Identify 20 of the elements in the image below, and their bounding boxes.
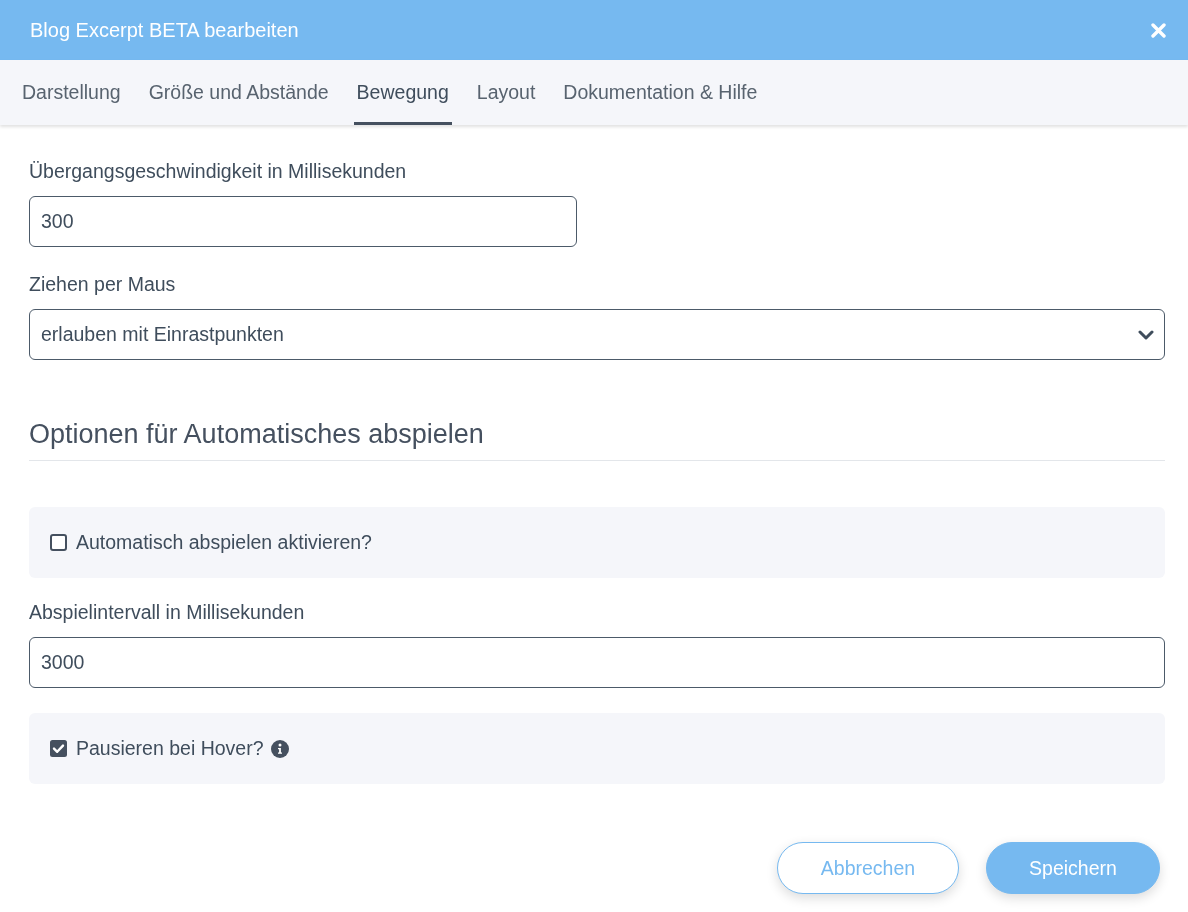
- close-icon: [1151, 22, 1166, 38]
- info-icon[interactable]: [270, 739, 289, 758]
- field-label: Übergangsgeschwindigkeit in Millisekunden: [29, 159, 407, 183]
- tab[interactable]: Bewegung: [353, 60, 452, 125]
- checkbox[interactable]: [50, 740, 67, 757]
- chevron-down-icon: [1138, 329, 1154, 340]
- checkbox-label[interactable]: Pausieren bei Hover?: [76, 737, 264, 760]
- section-heading: Optionen für Automatisches abspielen: [29, 418, 484, 450]
- tab[interactable]: Darstellung: [19, 60, 124, 125]
- tab[interactable]: Größe und Abstände: [145, 60, 332, 125]
- input-field[interactable]: 3000: [29, 637, 1165, 688]
- tab[interactable]: Dokumentation & Hilfe: [560, 60, 761, 125]
- checkbox[interactable]: [50, 534, 67, 551]
- checkbox-label[interactable]: Automatisch abspielen aktivieren?: [76, 531, 372, 554]
- field-label: Ziehen per Maus: [29, 272, 176, 296]
- dialog-title: Blog Excerpt BETA bearbeiten: [30, 18, 299, 42]
- field-label: Abspielintervall in Millisekunden: [29, 600, 305, 624]
- input-field[interactable]: 300: [29, 196, 577, 247]
- tab[interactable]: Layout: [473, 60, 539, 125]
- dropdown[interactable]: erlauben mit Einrastpunkten: [29, 309, 1165, 360]
